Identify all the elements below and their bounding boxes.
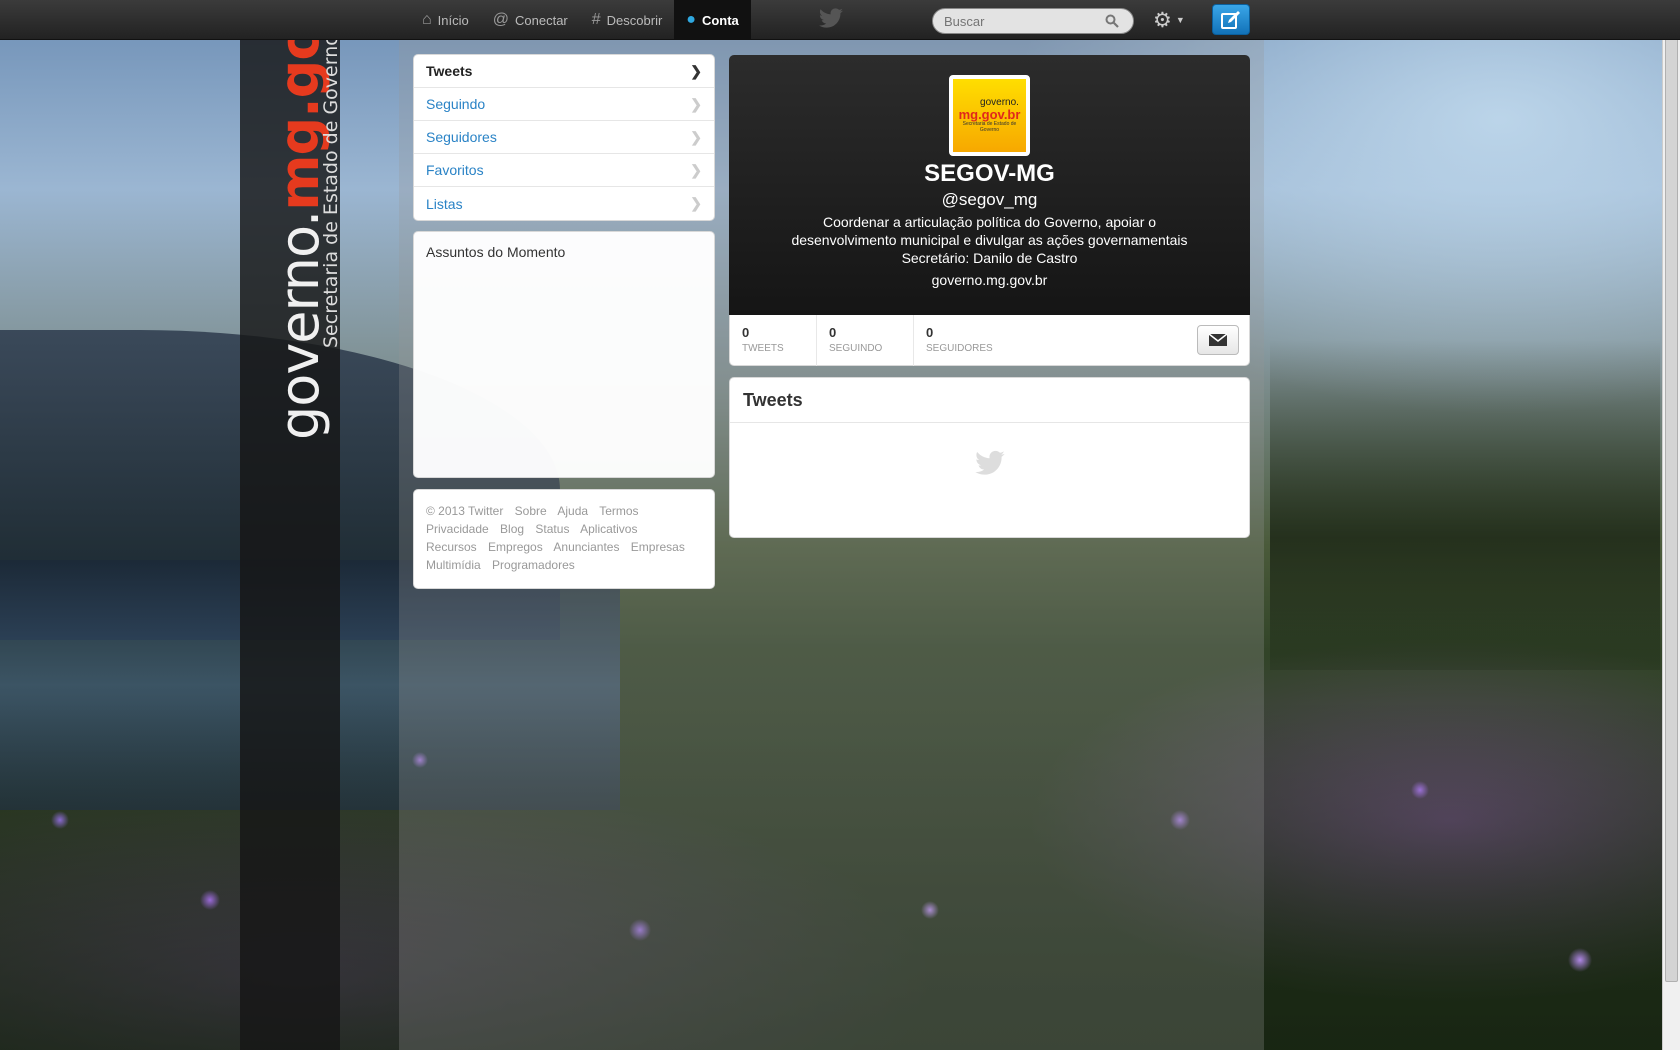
left-sidebar: Tweets ❯ Seguindo ❯ Seguidores ❯ Favorit… <box>413 54 715 589</box>
nav-connect[interactable]: @ Conectar <box>481 0 580 40</box>
avatar-logo-line3: Secretaria de Estado de Governo <box>962 121 1017 133</box>
sidebar-item-following[interactable]: Seguindo ❯ <box>414 88 714 121</box>
profile-url-link[interactable]: governo.mg.gov.br <box>729 272 1250 288</box>
settings-menu[interactable]: ⚙ ▼ <box>1153 8 1193 32</box>
search-icon[interactable] <box>1105 14 1119 28</box>
profile-stats: 0 TWEETS 0 SEGUINDO 0 SEGUIDORES <box>729 315 1250 366</box>
footer-link[interactable]: Ajuda <box>557 504 588 518</box>
sidebar-item-label: Seguindo <box>426 96 486 112</box>
nav-account[interactable]: ● Conta <box>674 0 751 40</box>
nav-home-label: Início <box>437 12 469 28</box>
user-icon: ● <box>686 11 696 28</box>
footer-link[interactable]: Programadores <box>492 558 575 572</box>
search-input[interactable] <box>933 13 1103 29</box>
profile-nav-menu: Tweets ❯ Seguindo ❯ Seguidores ❯ Favorit… <box>413 54 715 221</box>
tweets-timeline: Tweets <box>729 377 1250 538</box>
profile-name: SEGOV-MG <box>924 160 1055 187</box>
twitter-bird-icon <box>975 450 1005 475</box>
twitter-bird-icon[interactable] <box>818 8 844 30</box>
sidebar-item-label: Favoritos <box>426 162 484 178</box>
sidebar-item-favorites[interactable]: Favoritos ❯ <box>414 154 714 187</box>
background-logo-subtitle: Secretaria de Estado de Governo <box>320 34 342 348</box>
tweets-empty-state <box>730 423 1249 538</box>
profile-column: governo. mg.gov.br Secretaria de Estado … <box>729 55 1250 538</box>
footer-link[interactable]: Sobre <box>515 504 547 518</box>
at-icon: @ <box>492 11 509 28</box>
footer-link[interactable]: Anunciantes <box>553 540 619 554</box>
avatar[interactable]: governo. mg.gov.br Secretaria de Estado … <box>949 75 1030 156</box>
nav-home[interactable]: ⌂ Início <box>410 0 481 40</box>
avatar-logo-line2: mg.gov.br <box>958 107 1021 122</box>
direct-message-button[interactable] <box>1197 325 1239 355</box>
hash-icon: # <box>591 11 601 28</box>
trends-title: Assuntos do Momento <box>426 244 566 260</box>
footer-link[interactable]: Privacidade <box>426 522 489 536</box>
caret-down-icon: ▼ <box>1175 15 1185 25</box>
footer-links: © 2013 Twitter Sobre Ajuda Termos Privac… <box>413 489 715 589</box>
nav-account-label: Conta <box>701 12 739 28</box>
footer-link[interactable]: Multimídia <box>426 558 481 572</box>
chevron-right-icon: ❯ <box>690 195 702 211</box>
footer-link[interactable]: Blog <box>500 522 524 536</box>
profile-header-card: governo. mg.gov.br Secretaria de Estado … <box>729 55 1250 315</box>
trends-panel: Assuntos do Momento <box>413 231 715 478</box>
nav-connect-label: Conectar <box>515 12 568 28</box>
footer-link[interactable]: Termos <box>599 504 638 518</box>
stat-value: 0 <box>742 325 750 340</box>
chevron-right-icon: ❯ <box>690 62 702 79</box>
search-box[interactable] <box>932 8 1134 34</box>
chevron-right-icon: ❯ <box>690 128 702 145</box>
footer-link[interactable]: Empregos <box>488 540 543 554</box>
sidebar-item-lists[interactable]: Listas ❯ <box>414 187 714 220</box>
stat-value: 0 <box>926 325 934 340</box>
nav-discover-label: Descobrir <box>606 12 663 28</box>
background-logo: governo.mg.gov.br Secretaria de Estado d… <box>268 0 342 440</box>
nav-discover[interactable]: # Descobrir <box>580 0 675 40</box>
tweets-title: Tweets <box>730 378 1249 423</box>
footer-copyright: © 2013 Twitter <box>426 504 504 518</box>
background-palms <box>1270 340 1660 670</box>
stat-label: SEGUIDORES <box>926 343 993 354</box>
stat-following[interactable]: 0 SEGUINDO <box>817 315 914 366</box>
chevron-right-icon: ❯ <box>690 95 702 112</box>
sidebar-item-label: Tweets <box>426 63 473 79</box>
stat-followers[interactable]: 0 SEGUIDORES <box>914 315 1024 366</box>
profile-bio: Coordenar a articulação política do Gove… <box>791 214 1188 266</box>
vertical-scrollbar[interactable] <box>1662 0 1680 1050</box>
stat-tweets[interactable]: 0 TWEETS <box>730 315 817 366</box>
sidebar-item-followers[interactable]: Seguidores ❯ <box>414 121 714 154</box>
profile-handle: @segov_mg <box>941 190 1038 209</box>
footer-link[interactable]: Status <box>535 522 569 536</box>
scrollbar-thumb[interactable] <box>1665 2 1678 982</box>
stat-label: SEGUINDO <box>829 343 883 354</box>
footer-link[interactable]: Empresas <box>631 540 685 554</box>
sidebar-item-tweets[interactable]: Tweets ❯ <box>414 55 714 88</box>
stat-value: 0 <box>829 325 837 340</box>
chevron-right-icon: ❯ <box>690 161 702 178</box>
sidebar-item-label: Seguidores <box>426 129 497 145</box>
main-nav: ⌂ Início @ Conectar # Descobrir ● Conta <box>410 0 751 40</box>
stat-label: TWEETS <box>742 343 784 354</box>
sidebar-item-label: Listas <box>426 195 463 212</box>
footer-link[interactable]: Recursos <box>426 540 477 554</box>
compose-icon <box>1221 10 1240 29</box>
compose-tweet-button[interactable] <box>1212 4 1250 35</box>
footer-link[interactable]: Aplicativos <box>580 522 637 536</box>
envelope-icon <box>1208 333 1228 346</box>
home-icon: ⌂ <box>422 11 432 28</box>
gear-icon: ⚙ <box>1153 8 1172 32</box>
top-navigation-bar: ⌂ Início @ Conectar # Descobrir ● Conta … <box>0 0 1680 40</box>
